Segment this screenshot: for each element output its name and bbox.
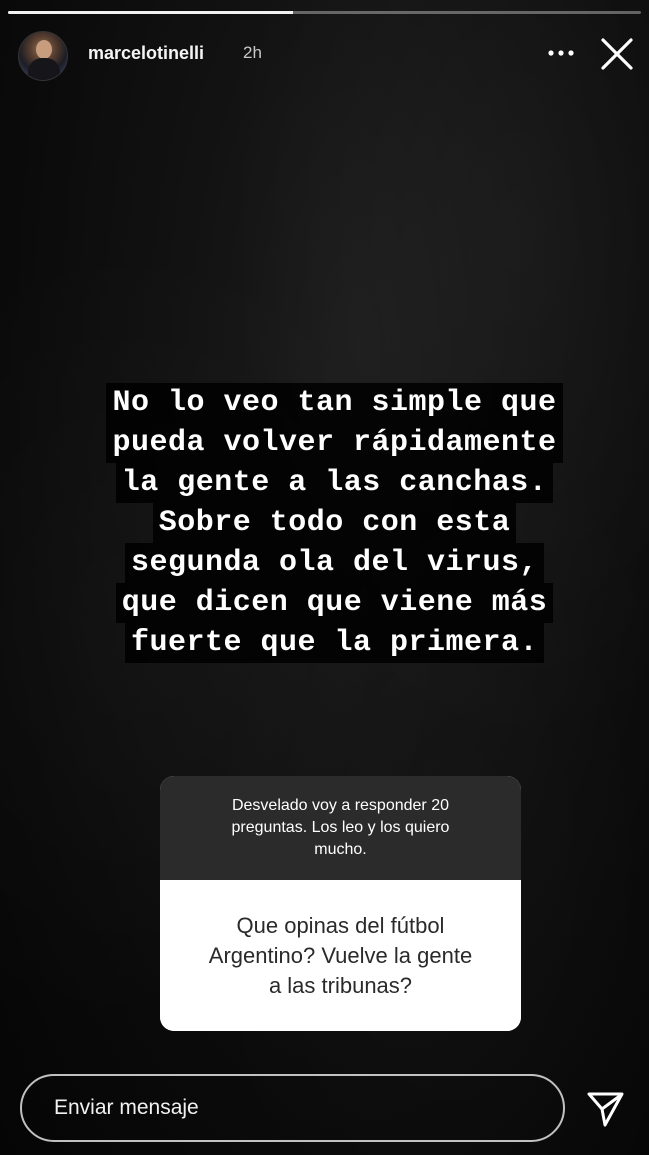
story-text-line: segunda ola del virus, xyxy=(124,543,545,583)
more-dots-icon[interactable] xyxy=(545,40,577,66)
question-text-line: a las tribunas? xyxy=(268,972,413,998)
question-prompt-line: mucho. xyxy=(314,841,367,858)
send-message-input[interactable]: Enviar mensaje xyxy=(20,1074,565,1142)
send-message-placeholder: Enviar mensaje xyxy=(54,1096,199,1119)
story-text-line: que dicen que viene más xyxy=(115,583,554,623)
avatar-face xyxy=(36,40,52,59)
story-text: No lo veo tan simple que pueda volver rá… xyxy=(60,383,609,663)
story-text-line: pueda volver rápidamente xyxy=(106,423,563,463)
story-text-line: Sobre todo con esta xyxy=(152,503,517,543)
post-time: 2h xyxy=(243,43,262,62)
question-text-line: Que opinas del fútbol xyxy=(236,912,445,938)
story-progress-fill xyxy=(8,11,293,14)
story-header: marcelotinelli 2h xyxy=(18,28,635,81)
avatar-body xyxy=(28,58,60,80)
question-prompt-line: preguntas. Los leo y los quiero xyxy=(231,819,450,836)
question-sticker[interactable]: Desvelado voy a responder 20 preguntas. … xyxy=(160,776,521,1031)
question-sticker-header: Desvelado voy a responder 20 preguntas. … xyxy=(160,776,521,880)
question-prompt: Desvelado voy a responder 20 preguntas. … xyxy=(232,795,450,861)
story-text-line: la gente a las canchas. xyxy=(115,463,554,503)
question-sticker-body: Que opinas del fútbol Argentino? Vuelve … xyxy=(160,880,521,1031)
story-progress-bar xyxy=(8,11,641,14)
close-icon[interactable] xyxy=(599,36,635,72)
story-text-line: No lo veo tan simple que xyxy=(106,383,563,423)
story-text-line: fuerte que la primera. xyxy=(124,623,545,663)
story-view[interactable]: marcelotinelli 2h No lo veo tan simple q… xyxy=(0,0,649,1155)
username[interactable]: marcelotinelli xyxy=(88,43,204,64)
send-icon[interactable] xyxy=(583,1087,627,1131)
profile-avatar-icon[interactable] xyxy=(18,31,68,81)
question-text-line: Argentino? Vuelve la gente xyxy=(208,942,473,968)
question-prompt-line: Desvelado voy a responder 20 xyxy=(231,797,449,814)
question-text: Que opinas del fútbol Argentino? Vuelve … xyxy=(209,911,472,1001)
